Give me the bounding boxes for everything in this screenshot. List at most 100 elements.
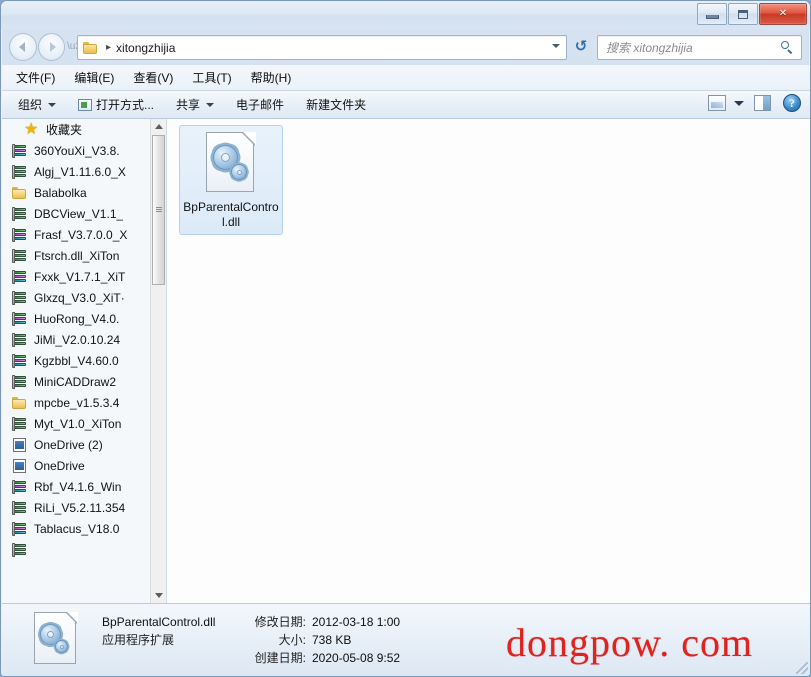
rar-archive-icon [12, 311, 28, 326]
star-icon [24, 119, 40, 139]
shortcut-icon [12, 458, 28, 473]
folder-icon [83, 41, 99, 55]
breadcrumb-path[interactable]: xitongzhijia [116, 41, 175, 55]
file-list-pane[interactable]: BpParentalControl.dll [167, 119, 810, 603]
details-file-name: BpParentalControl.dll [102, 615, 216, 629]
sidebar-item-label: Kgzbbl_V4.60.0 [34, 353, 119, 368]
details-left-column: BpParentalControl.dll 应用程序扩展 [102, 613, 232, 649]
share-button[interactable]: 共享 [176, 96, 215, 113]
chevron-down-icon[interactable] [734, 100, 744, 106]
search-input[interactable]: 搜索 xitongzhijia [606, 39, 693, 56]
sidebar-item-label: Fxxk_V1.7.1_XiT [34, 269, 126, 284]
organize-button[interactable]: 组织 [18, 96, 57, 113]
minimize-icon [705, 15, 719, 19]
details-file-type: 应用程序扩展 [102, 633, 175, 647]
details-size-row: 大小: 738 KB [234, 631, 400, 649]
command-toolbar: 组织 打开方式... 共享 电子邮件 新建文件夹 ? [2, 91, 810, 119]
sidebar-item-tablacus[interactable]: Tablacus_V18.0 [2, 518, 152, 539]
menu-edit[interactable]: 编辑(E) [74, 69, 114, 86]
sidebar-item-label: HuoRong_V4.0. [34, 311, 120, 326]
refresh-icon: ↺ [574, 38, 588, 55]
sidebar-item-kgzbbl[interactable]: Kgzbbl_V4.60.0 [2, 350, 152, 371]
sidebar-item-huorong[interactable]: HuoRong_V4.0. [2, 308, 152, 329]
sidebar-item-360youxi[interactable]: 360YouXi_V3.8. [2, 140, 152, 161]
menu-tools[interactable]: 工具(T) [192, 69, 231, 86]
maximize-button[interactable] [728, 3, 758, 25]
content-area: 收藏夹 360YouXi_V3.8. Algj_V1.11.6.0_X Bala… [2, 119, 810, 603]
sidebar-item-minicaddraw[interactable]: MiniCADDraw2 [2, 371, 152, 392]
chevron-down-icon [48, 102, 57, 107]
navigation-bar: \u2022 ▸ xitongzhijia ↺ 搜索 xitongzhijia [1, 29, 810, 65]
sidebar-item-label: mpcbe_v1.5.3.4 [34, 395, 120, 410]
chevron-right-icon: ▸ [106, 42, 112, 53]
scroll-up-button[interactable] [151, 119, 166, 134]
toolbar-right-group: ? [708, 94, 801, 112]
sidebar-item-label: JiMi_V2.0.10.24 [34, 332, 121, 347]
refresh-button[interactable]: ↺ [571, 36, 591, 57]
search-icon [780, 40, 794, 54]
rar-archive-icon [12, 206, 28, 221]
open-with-button[interactable]: 打开方式... [78, 96, 154, 113]
close-button[interactable]: × [759, 3, 807, 25]
menu-file[interactable]: 文件(F) [16, 69, 55, 86]
minimize-button[interactable] [697, 3, 727, 25]
sidebar-item-jimi[interactable]: JiMi_V2.0.10.24 [2, 329, 152, 350]
sidebar-item-label: Algj_V1.11.6.0_X [34, 164, 126, 179]
sidebar-section-favorites[interactable]: 收藏夹 [2, 119, 152, 140]
dll-gear-icon [206, 132, 256, 194]
sidebar-item-label: Glxzq_V3.0_XiT· [34, 290, 125, 305]
scrollbar-thumb[interactable] [152, 135, 165, 285]
sidebar-item-algj[interactable]: Algj_V1.11.6.0_X [2, 161, 152, 182]
help-icon[interactable]: ? [783, 94, 801, 112]
chevron-down-icon[interactable] [552, 44, 560, 48]
sidebar-item-label: RiLi_V5.2.11.354 [34, 500, 126, 515]
scroll-down-button[interactable] [151, 588, 166, 603]
sidebar-item-rbf[interactable]: Rbf_V4.1.6_Win [2, 476, 152, 497]
forward-button[interactable] [37, 33, 65, 61]
sidebar-item-onedrive[interactable]: OneDrive [2, 455, 152, 476]
email-button[interactable]: 电子邮件 [236, 96, 284, 113]
sidebar-item-fxxk[interactable]: Fxxk_V1.7.1_XiT [2, 266, 152, 287]
new-folder-label: 新建文件夹 [306, 98, 367, 112]
rar-archive-icon [12, 521, 28, 536]
chevron-down-icon [206, 102, 215, 107]
sidebar-item-balabolka[interactable]: Balabolka [2, 182, 152, 203]
sidebar-item-glxzq[interactable]: Glxzq_V3.0_XiT· [2, 287, 152, 308]
sidebar-item-onedrive-2[interactable]: OneDrive (2) [2, 434, 152, 455]
menu-bar: 文件(F) 编辑(E) 查看(V) 工具(T) 帮助(H) [2, 65, 810, 91]
preview-pane-icon[interactable] [754, 95, 771, 111]
sidebar-item-frasf[interactable]: Frasf_V3.7.0.0_X [2, 224, 152, 245]
nav-recent-dropdown[interactable]: \u2022 [67, 41, 98, 52]
sidebar-item-partial[interactable] [2, 539, 152, 560]
folder-icon [12, 396, 28, 410]
sidebar-item-label: OneDrive [34, 458, 85, 473]
sidebar-item-ftsrch[interactable]: Ftsrch.dll_XiTon [2, 245, 152, 266]
menu-view[interactable]: 查看(V) [133, 69, 173, 86]
sidebar-item-mpcbe[interactable]: mpcbe_v1.5.3.4 [2, 392, 152, 413]
rar-archive-icon [12, 374, 28, 389]
rar-archive-icon [12, 269, 28, 284]
favorites-label: 收藏夹 [46, 123, 83, 137]
sidebar-item-label: Rbf_V4.1.6_Win [34, 479, 122, 494]
sidebar-item-myt[interactable]: Myt_V1.0_XiTon [2, 413, 152, 434]
new-folder-button[interactable]: 新建文件夹 [306, 96, 366, 113]
sidebar-item-label: OneDrive (2) [34, 437, 103, 452]
details-created-value: 2020-05-08 9:52 [312, 651, 401, 665]
resize-grip[interactable] [796, 662, 808, 674]
sidebar-scrollbar[interactable] [150, 119, 166, 603]
back-button[interactable] [9, 33, 37, 61]
sidebar-item-label: Frasf_V3.7.0.0_X [34, 227, 128, 242]
rar-archive-icon [12, 227, 28, 242]
search-box[interactable]: 搜索 xitongzhijia [597, 35, 802, 60]
rar-archive-icon [12, 479, 28, 494]
rar-archive-icon [12, 416, 28, 431]
window-controls: × [696, 3, 807, 25]
sidebar-item-label: DBCView_V1.1_ [34, 206, 124, 221]
sidebar-item-rili[interactable]: RiLi_V5.2.11.354 [2, 497, 152, 518]
menu-help[interactable]: 帮助(H) [251, 69, 292, 86]
file-item-bpparentalcontrol[interactable]: BpParentalControl.dll [179, 125, 283, 235]
change-view-icon[interactable] [708, 95, 726, 111]
sidebar-item-dbcview[interactable]: DBCView_V1.1_ [2, 203, 152, 224]
address-bar[interactable]: ▸ xitongzhijia [77, 35, 567, 60]
rar-archive-icon [12, 332, 28, 347]
